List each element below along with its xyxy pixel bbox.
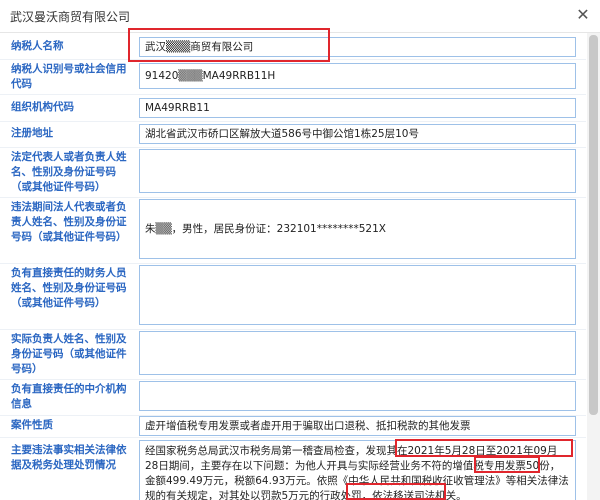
row-violation-rep: 违法期间法人代表或者负责人姓名、性别及身份证号码（或其他证件号码） 朱▒▒，男性… [0, 197, 586, 264]
company-detail-dialog: 武汉曼沃商贸有限公司 ✕ 纳税人名称 武汉▒▒▒商贸有限公司 纳税人识别号或社会… [0, 0, 600, 500]
row-org-code: 组织机构代码 MA49RRB11 [0, 94, 586, 122]
field-case-nature[interactable]: 虚开增值税专用发票或者虚开用于骗取出口退税、抵扣税款的其他发票 [139, 416, 576, 436]
field-actual-person[interactable] [139, 331, 576, 375]
row-actual-person: 实际负责人姓名、性别及身份证号码（或其他证件号码） [0, 329, 586, 380]
label-case-nature: 案件性质 [11, 419, 53, 431]
label-violation-rep: 违法期间法人代表或者负责人姓名、性别及身份证号码（或其他证件号码） [11, 201, 127, 243]
detail-form: 纳税人名称 武汉▒▒▒商贸有限公司 纳税人识别号或社会信用代码 91420▒▒▒… [0, 33, 586, 500]
field-taxpayer-name[interactable]: 武汉▒▒▒商贸有限公司 [139, 37, 576, 57]
field-finance-person[interactable] [139, 265, 576, 325]
dialog-title: 武汉曼沃商贸有限公司 [10, 10, 131, 24]
row-reg-address: 注册地址 湖北省武汉市硚口区解放大道586号中御公馆1栋25层10号 [0, 121, 586, 148]
field-intermediary[interactable] [139, 381, 576, 411]
field-reg-address[interactable]: 湖北省武汉市硚口区解放大道586号中御公馆1栋25层10号 [139, 124, 576, 144]
field-violation-facts[interactable]: 经国家税务总局武汉市税务局第一稽查局检查，发现其在2021年5月28日至2021… [139, 440, 576, 500]
label-taxpayer-name: 纳税人名称 [11, 40, 64, 52]
row-finance-person: 负有直接责任的财务人员姓名、性别及身份证号码（或其他证件号码） [0, 263, 586, 330]
label-actual-person: 实际负责人姓名、性别及身份证号码（或其他证件号码） [11, 333, 127, 375]
field-legal-rep[interactable] [139, 149, 576, 193]
close-icon[interactable]: ✕ [574, 6, 592, 24]
row-case-nature: 案件性质 虚开增值税专用发票或者虚开用于骗取出口退税、抵扣税款的其他发票 [0, 415, 586, 438]
label-finance-person: 负有直接责任的财务人员姓名、性别及身份证号码（或其他证件号码） [11, 267, 127, 309]
field-violation-rep[interactable]: 朱▒▒，男性，居民身份证：232101********521X [139, 199, 576, 259]
label-legal-rep: 法定代表人或者负责人姓名、性别及身份证号码（或其他证件号码） [11, 151, 127, 193]
row-legal-rep: 法定代表人或者负责人姓名、性别及身份证号码（或其他证件号码） [0, 147, 586, 198]
dialog-titlebar: 武汉曼沃商贸有限公司 ✕ [0, 0, 600, 33]
label-intermediary: 负有直接责任的中介机构信息 [11, 383, 127, 410]
label-violation-facts: 主要违法事实相关法律依据及税务处理处罚情况 [11, 444, 127, 471]
row-violation-facts: 主要违法事实相关法律依据及税务处理处罚情况 经国家税务总局武汉市税务局第一稽查局… [0, 437, 586, 500]
label-reg-address: 注册地址 [11, 127, 53, 139]
row-taxpayer-name: 纳税人名称 武汉▒▒▒商贸有限公司 [0, 33, 586, 60]
label-org-code: 组织机构代码 [11, 101, 74, 113]
field-org-code[interactable]: MA49RRB11 [139, 98, 576, 118]
scrollbar-thumb[interactable] [589, 35, 598, 415]
field-tax-id[interactable]: 91420▒▒▒MA49RRB11H [139, 63, 576, 89]
row-tax-id: 纳税人识别号或社会信用代码 91420▒▒▒MA49RRB11H [0, 59, 586, 95]
row-intermediary: 负有直接责任的中介机构信息 [0, 379, 586, 416]
label-tax-id: 纳税人识别号或社会信用代码 [11, 63, 127, 90]
vertical-scrollbar[interactable] [587, 33, 600, 500]
